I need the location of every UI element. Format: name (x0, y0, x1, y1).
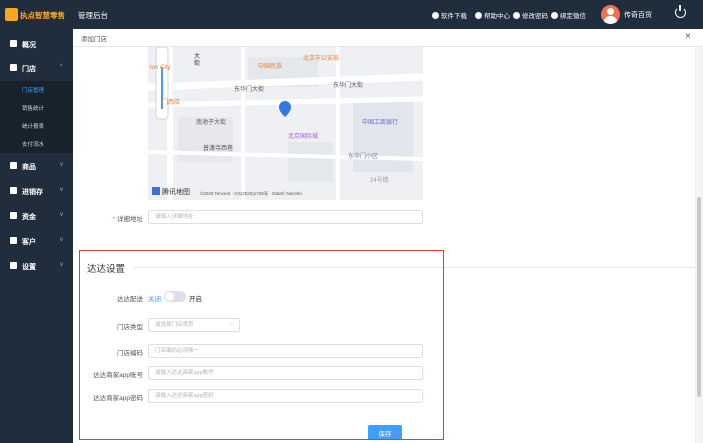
bind-wechat-link[interactable]: 绑定微信 (551, 10, 586, 20)
chevron-down-icon: v (60, 262, 63, 268)
username[interactable]: 传奇百货 (624, 10, 652, 20)
inventory-icon (10, 187, 17, 194)
goods-icon (10, 162, 17, 169)
dada-delivery-label: 达达配送 (117, 296, 143, 303)
save-button[interactable]: 保存 (368, 425, 402, 440)
sidebar-item-funds[interactable]: 资金 v (0, 205, 73, 227)
help-icon (475, 12, 482, 19)
dada-password-field[interactable] (148, 389, 423, 403)
download-icon (432, 12, 439, 19)
section-divider (133, 267, 695, 268)
logo-icon (5, 8, 18, 21)
logo-text: 执点智慧零售 (20, 11, 65, 20)
change-password-link[interactable]: 修改密码 (513, 10, 548, 20)
store-icon (10, 64, 17, 71)
store-type-label: 门店类型 (117, 324, 143, 331)
sidebar-subitem-payment-flow[interactable]: 支付流水 (0, 135, 73, 153)
main-content: 大 街 ton City 门西店 北京市公安局 中国民族 东华门大街 东华门大街… (73, 47, 695, 443)
software-download-link[interactable]: 软件下载 (432, 10, 467, 20)
store-code-label: 门店编码 (117, 350, 143, 357)
sidebar-subitem-reports[interactable]: 统计报表 (0, 117, 73, 135)
sidebar-item-customers[interactable]: 客户 v (0, 230, 73, 252)
chevron-up-icon: ^ (60, 64, 63, 70)
logout-icon[interactable] (675, 5, 686, 18)
tencent-map-logo-icon (152, 187, 160, 195)
sidebar-item-inventory[interactable]: 进销存 v (0, 180, 73, 202)
money-icon (10, 212, 17, 219)
settings-icon (10, 262, 17, 269)
sidebar-subitem-store-management[interactable]: 门店管理 (0, 81, 73, 99)
store-code-field[interactable] (148, 344, 423, 358)
chevron-down-icon: v (60, 212, 63, 218)
edit-icon (513, 12, 520, 19)
store-type-select[interactable]: ⌵ (148, 318, 240, 332)
customer-icon (10, 237, 17, 244)
avatar[interactable] (601, 5, 620, 24)
sidebar: 概况 门店 ^ 门店管理 销售统计 统计报表 支付流水 商品 v 进销存 v 资… (0, 29, 73, 443)
store-type-input[interactable] (149, 319, 239, 331)
home-icon (10, 40, 17, 47)
dada-account-input[interactable] (149, 367, 422, 379)
map[interactable]: 大 街 ton City 门西店 北京市公安局 中国民族 东华门大街 东华门大街… (148, 47, 423, 200)
address-input[interactable] (149, 211, 422, 223)
toggle-on-label: 开启 (189, 296, 202, 303)
tab-add-store[interactable]: 添加门店 (81, 33, 107, 43)
scrollbar[interactable] (696, 47, 702, 443)
address-field[interactable] (148, 210, 423, 224)
sidebar-item-overview[interactable]: 概况 (0, 33, 73, 55)
top-bar: 执点智慧零售 管理后台 软件下载 帮助中心 修改密码 绑定微信 传奇百货 (0, 0, 703, 29)
scrollbar-thumb[interactable] (697, 197, 701, 397)
toggle-off-label: 关闭 (148, 296, 161, 303)
dada-account-label: 达达商家app账号 (93, 372, 143, 379)
close-icon[interactable]: × (685, 31, 691, 43)
sidebar-item-store[interactable]: 门店 ^ (0, 57, 73, 79)
tab-bar: 添加门店 × (73, 29, 703, 47)
dada-account-field[interactable] (148, 366, 423, 380)
wechat-icon (551, 12, 558, 19)
sidebar-subitem-sales-stats[interactable]: 销售统计 (0, 99, 73, 117)
chevron-down-icon: ⌵ (229, 322, 234, 328)
address-label: * 详细地址 (112, 216, 143, 223)
store-code-input[interactable] (149, 345, 422, 357)
sidebar-item-settings[interactable]: 设置 v (0, 255, 73, 277)
chevron-down-icon: v (60, 187, 63, 193)
app-title: 管理后台 (78, 11, 108, 20)
map-brand: 腾讯地图 (152, 187, 190, 197)
map-copyright: ©2020 Tencent · GS(2020)1728号 · Data© Na… (200, 191, 302, 196)
sidebar-item-goods[interactable]: 商品 v (0, 155, 73, 177)
dada-delivery-switch[interactable] (164, 291, 186, 302)
chevron-down-icon: v (60, 237, 63, 243)
help-center-link[interactable]: 帮助中心 (475, 10, 510, 20)
dada-password-label: 达达商家app密码 (93, 395, 143, 402)
dada-password-input[interactable] (149, 390, 422, 402)
dada-section-title: 达达设置 (87, 264, 126, 275)
chevron-down-icon: v (60, 162, 63, 168)
logo: 执点智慧零售 (5, 7, 65, 22)
